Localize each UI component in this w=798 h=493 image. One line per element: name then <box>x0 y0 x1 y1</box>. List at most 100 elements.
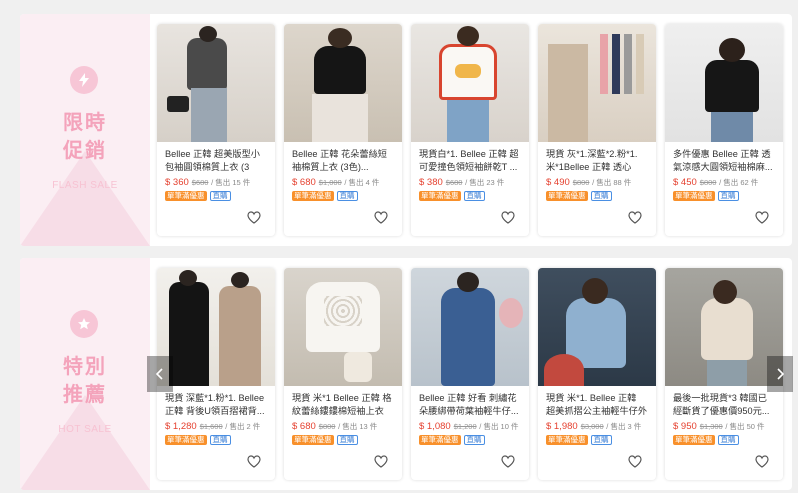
discount-tag: 單筆滿優惠 <box>419 191 461 201</box>
product-image[interactable] <box>538 268 656 386</box>
heart-icon[interactable] <box>628 455 642 468</box>
heart-icon[interactable] <box>374 455 388 468</box>
product-price: $ 1,080 <box>419 421 451 432</box>
direct-buy-tag: 直購 <box>336 435 358 445</box>
sold-count: / 售出 62 件 <box>719 178 759 187</box>
product-card[interactable]: 現貨 灰*1.深藍*2.粉*1. 米*1Bellee 正韓 透心涼... $ 4… <box>538 24 656 236</box>
product-card[interactable]: 現貨 米*1 Bellee 正韓 格紋蕾絲鏤鏤棉短袖上衣 ... $ 680$8… <box>284 268 402 480</box>
banner-decoration <box>20 395 150 490</box>
sold-count: / 售出 23 件 <box>465 178 505 187</box>
hot-sale-section: 特別 推薦 HOT SALE 現貨 深藍*1.粉*1. Bellee 正韓 背後… <box>20 258 792 490</box>
discount-tag: 單筆滿優惠 <box>673 435 715 445</box>
heart-icon[interactable] <box>628 211 642 224</box>
product-card[interactable]: Bellee 正韓 好看 刺繡花朵腰綁帶荷葉袖輕牛仔... $ 1,080 $1,… <box>411 268 529 480</box>
product-image[interactable] <box>665 24 783 142</box>
heart-icon[interactable] <box>755 211 769 224</box>
product-image[interactable] <box>284 24 402 142</box>
original-price: $680 <box>445 178 463 187</box>
product-title[interactable]: Bellee 正韓 超美版型小包袖圓領棉質上衣 (3色)... <box>165 148 267 174</box>
flash-sale-section: 限時 促銷 FLASH SALE Bellee 正韓 超美版型小包袖圓領棉質上衣… <box>20 14 792 246</box>
banner-subtitle: FLASH SALE <box>52 180 118 191</box>
discount-tag: 單筆滿優惠 <box>292 435 334 445</box>
star-icon <box>70 310 98 338</box>
original-price: $3,000 <box>580 422 604 431</box>
product-price: $ 950 <box>673 421 697 432</box>
sold-count: / 售出 15 件 <box>211 178 251 187</box>
product-price: $ 380 <box>419 177 443 188</box>
sold-count: / 售出 50 件 <box>725 422 765 431</box>
product-title[interactable]: 現貨 米*1. Bellee 正韓 超美抓摺公主袖輕牛仔外套 ... <box>546 392 648 418</box>
product-card[interactable]: 現貨白*1. Bellee 正韓 超可愛撞色領短袖餅乾T ... $ 380 $6… <box>411 24 529 236</box>
heart-icon[interactable] <box>501 455 515 468</box>
hot-sale-banner[interactable]: 特別 推薦 HOT SALE <box>20 258 150 490</box>
discount-tag: 單筆滿優惠 <box>546 191 588 201</box>
carousel-prev-button[interactable] <box>147 356 173 392</box>
sold-count: / 售出 13 件 <box>338 422 378 431</box>
product-price: $ 450 <box>673 177 697 188</box>
chevron-right-icon <box>777 368 784 380</box>
heart-icon[interactable] <box>247 211 261 224</box>
product-title[interactable]: Bellee 正韓 花朵蕾絲短袖棉質上衣 (3色)... <box>292 148 394 174</box>
discount-tag: 單筆滿優惠 <box>292 191 334 201</box>
lightning-icon <box>70 66 98 94</box>
flash-sale-banner[interactable]: 限時 促銷 FLASH SALE <box>20 14 150 246</box>
heart-icon[interactable] <box>247 455 261 468</box>
product-image[interactable] <box>411 268 529 386</box>
sold-count: / 售出 3 件 <box>606 422 642 431</box>
product-card[interactable]: 最後一批現貨*3 韓國已經斷貨了優惠價950元... $ 950 $1,300 /… <box>665 268 783 480</box>
banner-title-line1: 限時 <box>63 112 107 134</box>
discount-tag: 單筆滿優惠 <box>165 191 207 201</box>
direct-buy-tag: 直購 <box>717 435 739 445</box>
product-title[interactable]: 多件優惠 Bellee 正韓 透氣涼感大圓領短袖棉麻... <box>673 148 775 174</box>
heart-icon[interactable] <box>501 211 515 224</box>
product-image[interactable] <box>157 24 275 142</box>
banner-title-line2: 促銷 <box>63 140 107 162</box>
discount-tag: 單筆滿優惠 <box>165 435 207 445</box>
product-card[interactable]: 多件優惠 Bellee 正韓 透氣涼感大圓領短袖棉麻... $ 450 $800 … <box>665 24 783 236</box>
product-price: $ 1,280 <box>165 421 197 432</box>
original-price: $800 <box>699 178 717 187</box>
product-title[interactable]: 現貨 灰*1.深藍*2.粉*1. 米*1Bellee 正韓 透心涼... <box>546 148 648 174</box>
product-image[interactable] <box>157 268 275 386</box>
direct-buy-tag: 直購 <box>336 191 358 201</box>
direct-buy-tag: 直購 <box>209 435 231 445</box>
product-card[interactable]: Bellee 正韓 超美版型小包袖圓領棉質上衣 (3色)... $ 360$68… <box>157 24 275 236</box>
original-price: $800 <box>572 178 590 187</box>
direct-buy-tag: 直購 <box>463 191 485 201</box>
original-price: $1,300 <box>699 422 723 431</box>
product-title[interactable]: Bellee 正韓 好看 刺繡花朵腰綁帶荷葉袖輕牛仔... <box>419 392 521 418</box>
product-card[interactable]: Bellee 正韓 花朵蕾絲短袖棉質上衣 (3色)... $ 680 $1,000… <box>284 24 402 236</box>
direct-buy-tag: 直購 <box>463 435 485 445</box>
original-price: $800 <box>318 422 336 431</box>
original-price: $1,600 <box>199 422 223 431</box>
banner-title-line1: 特別 <box>63 356 107 378</box>
product-price: $ 490 <box>546 177 570 188</box>
product-image[interactable] <box>411 24 529 142</box>
product-card[interactable]: 現貨 深藍*1.粉*1. Bellee 正韓 背後U領百摺裙背... $ 1,2… <box>157 268 275 480</box>
product-title[interactable]: 現貨 米*1 Bellee 正韓 格紋蕾絲鏤鏤棉短袖上衣 ... <box>292 392 394 418</box>
product-image[interactable] <box>665 268 783 386</box>
discount-tag: 單筆滿優惠 <box>546 435 588 445</box>
chevron-left-icon <box>156 368 163 380</box>
carousel-next-button[interactable] <box>767 356 793 392</box>
product-image[interactable] <box>538 24 656 142</box>
discount-tag: 單筆滿優惠 <box>419 435 461 445</box>
product-price: $ 680 <box>292 421 316 432</box>
original-price: $680 <box>191 178 209 187</box>
product-title[interactable]: 最後一批現貨*3 韓國已經斷貨了優惠價950元... <box>673 392 775 418</box>
sold-count: / 售出 4 件 <box>344 178 380 187</box>
product-title[interactable]: 現貨 深藍*1.粉*1. Bellee 正韓 背後U領百摺裙背... <box>165 392 267 418</box>
product-price: $ 680 <box>292 177 316 188</box>
sold-count: / 售出 88 件 <box>592 178 632 187</box>
direct-buy-tag: 直購 <box>209 191 231 201</box>
heart-icon[interactable] <box>374 211 388 224</box>
direct-buy-tag: 直購 <box>590 191 612 201</box>
heart-icon[interactable] <box>755 455 769 468</box>
original-price: $1,200 <box>453 422 477 431</box>
product-image[interactable] <box>284 268 402 386</box>
original-price: $1,000 <box>318 178 342 187</box>
product-title[interactable]: 現貨白*1. Bellee 正韓 超可愛撞色領短袖餅乾T ... <box>419 148 521 174</box>
product-price: $ 1,980 <box>546 421 578 432</box>
sold-count: / 售出 10 件 <box>479 422 519 431</box>
product-card[interactable]: 現貨 米*1. Bellee 正韓 超美抓摺公主袖輕牛仔外套 ... $ 1,9… <box>538 268 656 480</box>
